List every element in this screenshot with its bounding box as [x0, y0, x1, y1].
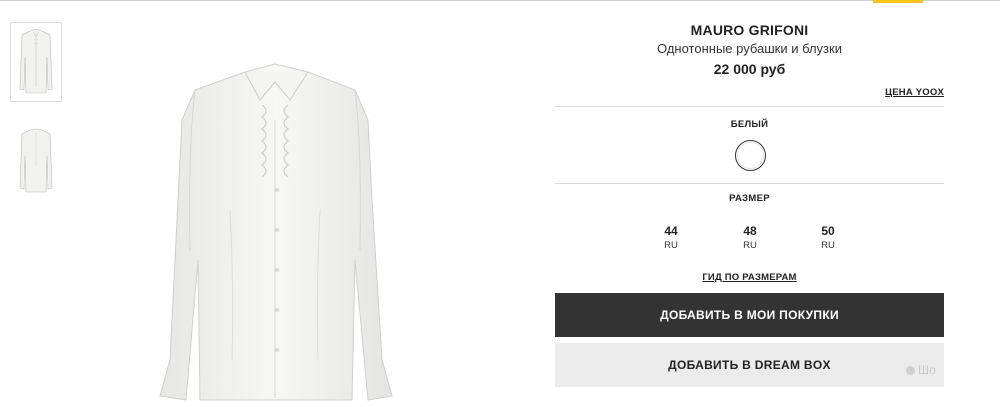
size-value: 50 [821, 224, 835, 238]
yoox-price-link[interactable]: ЦЕНА YOOX [885, 87, 944, 98]
thumbnail-front[interactable] [10, 22, 62, 102]
watermark: Шо [906, 363, 936, 377]
top-accent-bar [873, 0, 923, 3]
watermark-icon [906, 365, 915, 375]
size-unit: RU [664, 240, 678, 251]
size-unit: RU [743, 240, 757, 251]
thumbnail-gallery [10, 22, 65, 220]
swatch-fill [737, 142, 764, 169]
size-value: 48 [743, 224, 757, 238]
size-option-50[interactable]: 50 RU [808, 224, 848, 251]
product-price: 22 000 руб [713, 61, 786, 77]
size-option-44[interactable]: 44 RU [651, 224, 691, 251]
shirt-back-thumbnail-icon [19, 128, 53, 193]
shirt-image [159, 63, 393, 401]
color-swatch-white[interactable] [735, 140, 766, 171]
size-unit: RU [821, 240, 835, 251]
color-label: БЕЛЫЙ [730, 119, 769, 130]
top-divider [0, 0, 1000, 1]
size-label: РАЗМЕР [729, 193, 770, 204]
add-to-cart-button[interactable]: ДОБАВИТЬ В МОИ ПОКУПКИ [555, 293, 944, 337]
size-value: 44 [664, 224, 678, 238]
divider [555, 183, 944, 184]
divider [555, 106, 944, 107]
brand-name[interactable]: MAURO GRIFONI [555, 22, 944, 38]
thumbnail-back[interactable] [10, 122, 62, 200]
watermark-text: Шо [918, 363, 936, 377]
shirt-thumbnail-icon [19, 28, 53, 94]
size-option-48[interactable]: 48 RU [730, 224, 770, 251]
size-guide-link[interactable]: ГИД ПО РАЗМЕРАМ [555, 272, 944, 283]
product-main-image[interactable] [150, 60, 400, 407]
add-to-dream-box-button[interactable]: ДОБАВИТЬ В DREAM BOX [555, 343, 944, 387]
product-category: Однотонные рубашки и блузки [657, 41, 842, 56]
